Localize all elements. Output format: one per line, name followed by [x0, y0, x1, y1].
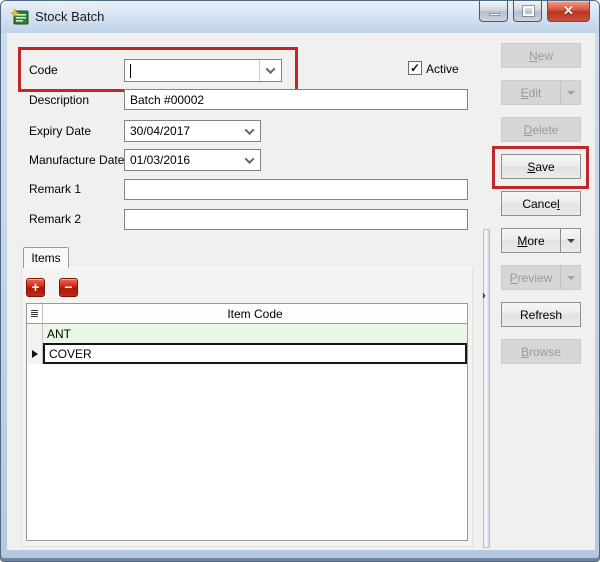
grid-menu-icon: ≣ — [30, 307, 39, 320]
tab-items-label: Items — [31, 251, 60, 265]
grid-row-cover[interactable]: COVER — [27, 343, 467, 364]
current-row-icon — [32, 350, 38, 358]
code-dropdown-button[interactable] — [259, 60, 281, 81]
grid-menu-button[interactable]: ≣ — [27, 304, 43, 323]
refresh-button[interactable]: Refresh — [501, 302, 581, 327]
expiry-date-label: Expiry Date — [29, 124, 91, 138]
add-item-button[interactable]: + — [26, 278, 45, 297]
preview-dropdown-button — [560, 266, 580, 289]
manufacture-date-value: 01/03/2016 — [125, 150, 238, 170]
remark1-label: Remark 1 — [29, 182, 81, 196]
more-button[interactable]: More — [501, 228, 581, 253]
active-checkbox[interactable]: ✓ — [408, 61, 422, 75]
item-code-cell-selected[interactable]: COVER — [43, 343, 467, 364]
expiry-dropdown-button[interactable] — [238, 121, 260, 141]
row-indicator-current — [27, 343, 43, 364]
new-button: New — [501, 43, 581, 68]
row-indicator — [27, 324, 43, 343]
manufacture-dropdown-button[interactable] — [238, 150, 260, 170]
remove-item-button[interactable]: − — [59, 278, 78, 297]
dropdown-arrow-icon — [567, 91, 575, 95]
window-controls: ✕ — [474, 1, 590, 22]
edit-dropdown-button — [560, 81, 580, 104]
tab-items[interactable]: Items — [23, 247, 69, 268]
dropdown-arrow-icon — [567, 276, 575, 280]
remark1-field[interactable] — [124, 179, 468, 200]
plus-icon: + — [31, 279, 39, 295]
more-dropdown-button[interactable] — [560, 229, 580, 252]
preview-button: Preview — [501, 265, 581, 290]
app-icon — [11, 9, 29, 25]
close-icon: ✕ — [548, 3, 589, 19]
remark2-label: Remark 2 — [29, 212, 81, 226]
edit-button: Edit — [501, 80, 581, 105]
text-caret — [130, 64, 131, 78]
check-icon: ✓ — [410, 62, 420, 74]
active-label: Active — [426, 62, 459, 76]
item-code-column-header[interactable]: Item Code — [43, 304, 467, 323]
description-value: Batch #00002 — [130, 93, 204, 107]
stock-batch-window: Stock Batch ✕ Code ✓ Active Description … — [0, 0, 600, 562]
window-title: Stock Batch — [35, 9, 104, 24]
chevron-down-icon — [266, 64, 276, 74]
close-button[interactable]: ✕ — [547, 1, 590, 22]
maximize-button[interactable] — [513, 1, 542, 22]
delete-button: Delete — [501, 117, 581, 142]
minimize-button[interactable] — [479, 1, 508, 22]
items-grid: ≣ Item Code ANT COVER — [26, 303, 468, 541]
description-field[interactable]: Batch #00002 — [124, 89, 468, 110]
title-bar[interactable]: Stock Batch ✕ — [1, 1, 599, 33]
maximize-icon — [523, 6, 534, 16]
manufacture-date-picker[interactable]: 01/03/2016 — [124, 149, 261, 171]
minimize-icon — [489, 13, 500, 16]
minus-icon: − — [64, 279, 72, 295]
expiry-date-value: 30/04/2017 — [125, 121, 238, 141]
panel-splitter[interactable]: › — [483, 229, 490, 548]
item-code-cell[interactable]: ANT — [43, 324, 467, 343]
manufacture-date-label: Manufacture Date — [29, 153, 124, 167]
description-label: Description — [29, 93, 89, 107]
browse-button: Browse — [501, 339, 581, 364]
save-button[interactable]: Save — [501, 154, 581, 179]
code-combobox[interactable] — [124, 59, 282, 82]
expiry-date-picker[interactable]: 30/04/2017 — [124, 120, 261, 142]
remark2-field[interactable] — [124, 209, 468, 230]
code-label: Code — [29, 63, 58, 77]
chevron-down-icon — [244, 125, 254, 135]
dropdown-arrow-icon — [567, 239, 575, 243]
cancel-button[interactable]: Cancel — [501, 191, 581, 216]
grid-header-row: ≣ Item Code — [27, 304, 467, 324]
chevron-down-icon — [244, 154, 254, 164]
grid-row-ant[interactable]: ANT — [27, 324, 467, 343]
splitter-collapse-icon: › — [482, 290, 486, 302]
